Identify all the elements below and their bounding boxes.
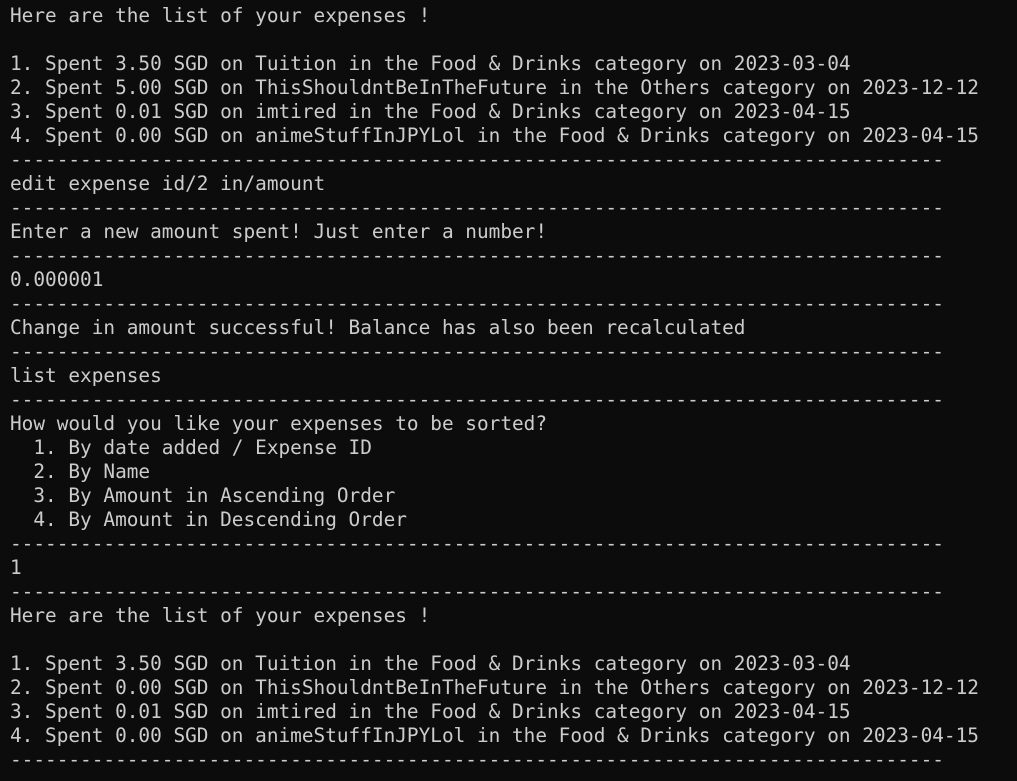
separator-line: ----------------------------------------…	[10, 532, 944, 555]
separator-line: ----------------------------------------…	[10, 748, 944, 771]
user-input-line: 1	[10, 556, 22, 579]
output-line: How would you like your expenses to be s…	[10, 412, 548, 435]
output-line: Enter a new amount spent! Just enter a n…	[10, 220, 548, 243]
separator-line: ----------------------------------------…	[10, 196, 944, 219]
output-line: 4. Spent 0.00 SGD on animeStuffInJPYLol …	[10, 124, 979, 147]
output-line: 1. Spent 3.50 SGD on Tuition in the Food…	[10, 52, 851, 75]
output-line: 4. Spent 0.00 SGD on animeStuffInJPYLol …	[10, 724, 979, 747]
separator-line: ----------------------------------------…	[10, 388, 944, 411]
output-line: 1. Spent 3.50 SGD on Tuition in the Food…	[10, 652, 851, 675]
output-line: Change in amount successful! Balance has…	[10, 316, 746, 339]
output-line: 2. By Name	[10, 460, 151, 483]
separator-line: ----------------------------------------…	[10, 244, 944, 267]
output-line: Here are the list of your expenses !	[10, 604, 431, 627]
separator-line: ----------------------------------------…	[10, 148, 944, 171]
user-input-line: list expenses	[10, 364, 162, 387]
output-line: 3. Spent 0.01 SGD on imtired in the Food…	[10, 700, 851, 723]
terminal-output[interactable]: Here are the list of your expenses ! 1. S…	[10, 4, 1017, 772]
output-line: 3. Spent 0.01 SGD on imtired in the Food…	[10, 100, 851, 123]
user-input-line: edit expense id/2 in/amount	[10, 172, 326, 195]
output-line: Here are the list of your expenses !	[10, 4, 431, 27]
separator-line: ----------------------------------------…	[10, 580, 944, 603]
output-line: 2. Spent 0.00 SGD on ThisShouldntBeInThe…	[10, 676, 979, 699]
separator-line: ----------------------------------------…	[10, 340, 944, 363]
output-line: 1. By date added / Expense ID	[10, 436, 372, 459]
output-line: 4. By Amount in Descending Order	[10, 508, 407, 531]
output-line: 3. By Amount in Ascending Order	[10, 484, 396, 507]
output-line: 2. Spent 5.00 SGD on ThisShouldntBeInThe…	[10, 76, 979, 99]
separator-line: ----------------------------------------…	[10, 292, 944, 315]
user-input-line: 0.000001	[10, 268, 104, 291]
